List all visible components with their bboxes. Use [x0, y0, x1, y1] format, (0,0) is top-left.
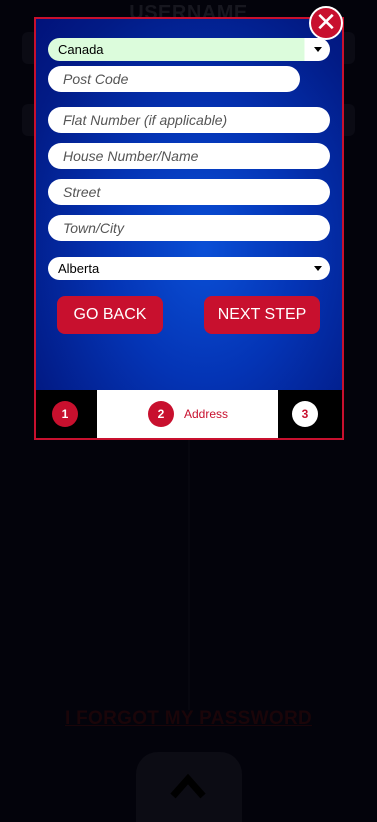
province-select[interactable]: Alberta [48, 257, 330, 280]
chevron-up-icon [170, 773, 206, 799]
close-button[interactable]: ✕ [309, 6, 343, 40]
step-1-indicator[interactable]: 1 [52, 401, 78, 427]
flat-number-input[interactable]: Flat Number (if applicable) [48, 107, 330, 133]
dropdown-arrow-icon [314, 47, 322, 52]
step-2-panel: 2 Address [97, 390, 278, 438]
post-code-input[interactable]: Post Code [48, 66, 300, 92]
next-step-button[interactable]: NEXT STEP [204, 296, 320, 334]
step-2-indicator[interactable]: 2 [148, 401, 174, 427]
street-placeholder: Street [63, 184, 101, 200]
town-city-placeholder: Town/City [63, 220, 124, 236]
dropdown-arrow-icon [314, 266, 322, 271]
step-2-label: Address [184, 407, 229, 421]
step-progress-bar: 1 2 Address 3 [36, 390, 342, 438]
country-select-value: Canada [58, 42, 104, 57]
divider [188, 440, 190, 710]
house-number-input[interactable]: House Number/Name [48, 143, 330, 169]
post-code-placeholder: Post Code [63, 71, 129, 87]
close-icon: ✕ [315, 8, 337, 38]
country-select[interactable]: Canada [48, 38, 330, 61]
step-3-indicator[interactable]: 3 [292, 401, 318, 427]
forgot-password-link: I FORGOT MY PASSWORD [64, 708, 313, 729]
town-city-input[interactable]: Town/City [48, 215, 330, 241]
street-input[interactable]: Street [48, 179, 330, 205]
flat-number-placeholder: Flat Number (if applicable) [63, 112, 228, 128]
go-back-button[interactable]: GO BACK [57, 296, 163, 334]
registration-modal: Canada Post Code Flat Number (if applica… [34, 17, 344, 440]
house-number-placeholder: House Number/Name [63, 148, 199, 164]
province-select-value: Alberta [58, 261, 100, 276]
